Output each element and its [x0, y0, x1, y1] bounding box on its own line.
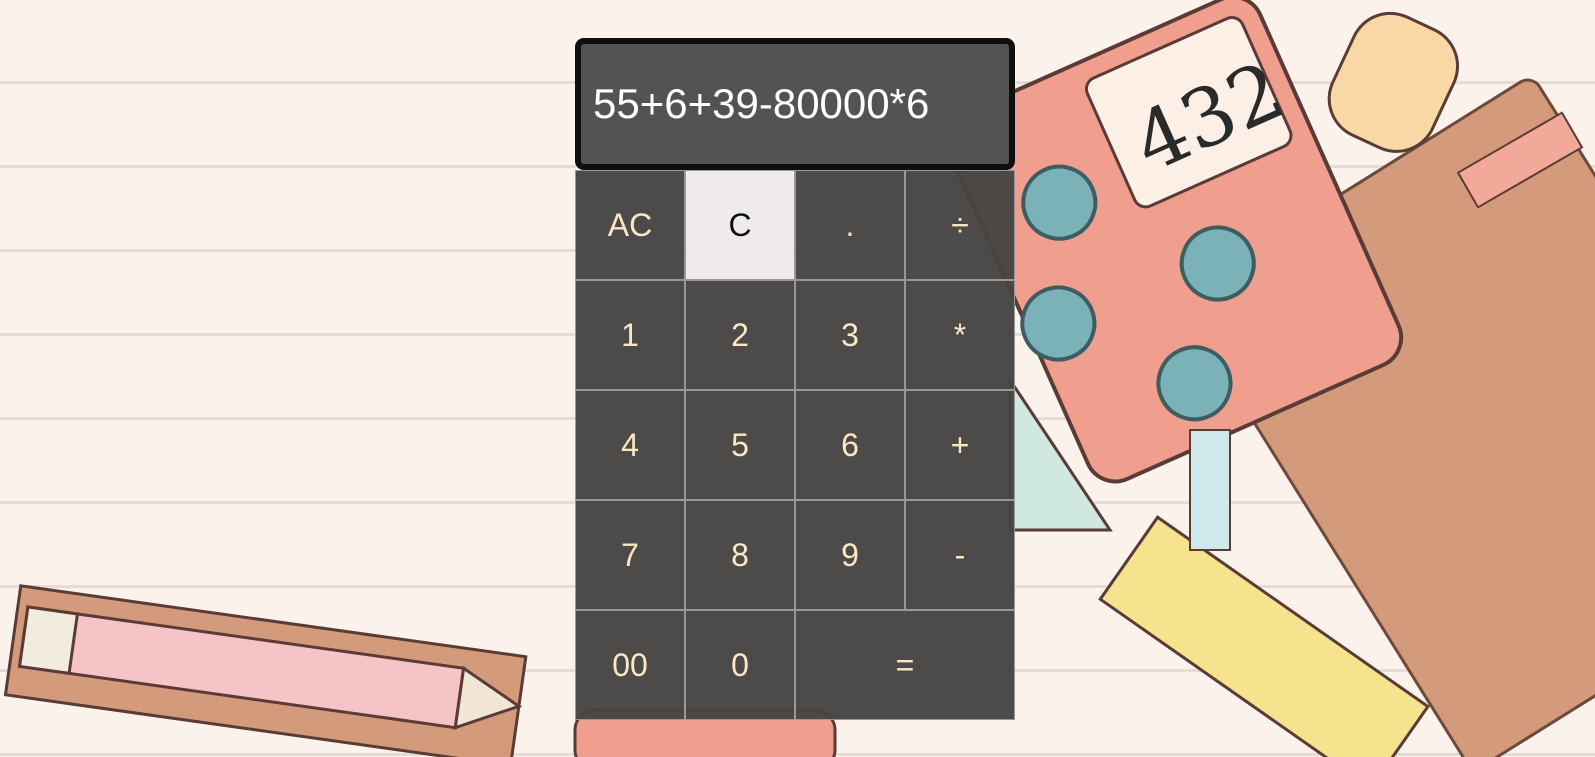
plus-button[interactable]: +: [905, 390, 1015, 500]
digit-2-button[interactable]: 2: [685, 280, 795, 390]
double-zero-button[interactable]: 00: [575, 610, 685, 720]
pencil-illustration: [3, 584, 528, 757]
minus-button[interactable]: -: [905, 500, 1015, 610]
divide-button[interactable]: ÷: [905, 170, 1015, 280]
tape-illustration: [1189, 429, 1231, 551]
equals-button[interactable]: =: [795, 610, 1015, 720]
digit-1-button[interactable]: 1: [575, 280, 685, 390]
digit-5-button[interactable]: 5: [685, 390, 795, 500]
digit-8-button[interactable]: 8: [685, 500, 795, 610]
digit-3-button[interactable]: 3: [795, 280, 905, 390]
digit-0-button[interactable]: 0: [685, 610, 795, 720]
calculator: 55+6+39-80000*6 AC C . ÷ 1 2 3 * 4 5 6 +…: [575, 38, 1015, 720]
calculator-display: 55+6+39-80000*6: [575, 38, 1015, 170]
decimal-button[interactable]: .: [795, 170, 905, 280]
multiply-button[interactable]: *: [905, 280, 1015, 390]
calculator-keypad: AC C . ÷ 1 2 3 * 4 5 6 + 7 8 9 - 00 0 =: [575, 170, 1015, 720]
all-clear-button[interactable]: AC: [575, 170, 685, 280]
clear-button[interactable]: C: [685, 170, 795, 280]
digit-6-button[interactable]: 6: [795, 390, 905, 500]
digit-4-button[interactable]: 4: [575, 390, 685, 500]
digit-7-button[interactable]: 7: [575, 500, 685, 610]
digit-9-button[interactable]: 9: [795, 500, 905, 610]
